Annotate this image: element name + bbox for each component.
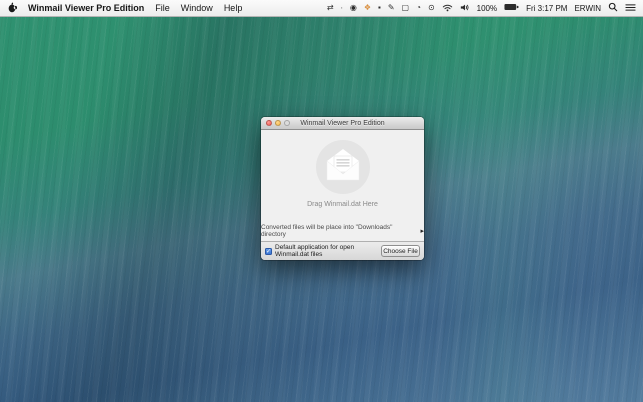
battery-icon[interactable] [504,3,519,13]
apple-menu-icon[interactable] [7,2,18,15]
menu-help[interactable]: Help [224,3,243,13]
close-button[interactable] [266,120,272,126]
target-icon[interactable]: ⊙ [428,4,435,12]
clock-pie-icon[interactable]: ◔ [416,4,421,12]
minimize-button[interactable] [275,120,281,126]
winmail-viewer-window: Winmail Viewer Pro Edition Drag Winmail.… [261,117,424,260]
user-session-label[interactable]: ERWIN [574,4,601,13]
default-app-checkbox[interactable]: ✓ [265,247,272,255]
notification-center-icon[interactable] [625,3,636,14]
default-app-checkbox-group[interactable]: ✓ Default application for open Winmail.d… [265,244,381,258]
converted-files-text: Converted files will be place into "Down… [261,224,393,238]
window-bottom-bar: ✓ Default application for open Winmail.d… [261,241,424,260]
drop-zone-label: Drag Winmail.dat Here [307,201,378,208]
window-title: Winmail Viewer Pro Edition [300,119,385,127]
disclosure-triangle-icon[interactable]: ▸ [420,227,424,235]
zoom-button-disabled [284,120,290,126]
volume-icon[interactable] [460,3,470,14]
app-menu-title[interactable]: Winmail Viewer Pro Edition [28,3,144,13]
box-icon[interactable]: ▪ [378,4,381,12]
menu-bar-clock[interactable]: Fri 3:17 PM [526,4,567,13]
drop-zone[interactable] [315,140,370,194]
dot-icon[interactable]: ∙ [341,4,343,12]
default-app-checkbox-label: Default application for open Winmail.dat… [275,244,355,258]
menu-window[interactable]: Window [181,3,213,13]
window-content: Drag Winmail.dat Here Converted files wi… [261,130,424,241]
sync-icon[interactable]: ⇄ [327,4,334,12]
menu-bar: Winmail Viewer Pro Edition File Window H… [0,0,643,17]
display-icon[interactable]: ▢ [402,4,410,12]
wifi-icon[interactable] [442,3,453,14]
spotlight-search-icon[interactable] [608,2,618,14]
window-controls [266,117,290,129]
battery-percent-label: 100% [476,3,498,13]
menu-bar-status-area: ⇄ ∙ ◉ ❖ ▪ ✎ ▢ ◔ ⊙ 100% Fri 3:17 PM ERWIN [327,2,636,14]
window-title-bar[interactable]: Winmail Viewer Pro Edition [261,117,424,130]
app-color-icon[interactable]: ❖ [364,4,371,12]
open-envelope-icon [323,146,363,189]
menu-bar-left: Winmail Viewer Pro Edition File Window H… [7,2,242,15]
pen-icon[interactable]: ✎ [388,4,395,12]
record-icon[interactable]: ◉ [350,4,357,12]
menu-file[interactable]: File [155,3,170,13]
choose-file-button[interactable]: Choose File [381,245,420,257]
converted-files-row: Converted files will be place into "Down… [261,224,424,238]
